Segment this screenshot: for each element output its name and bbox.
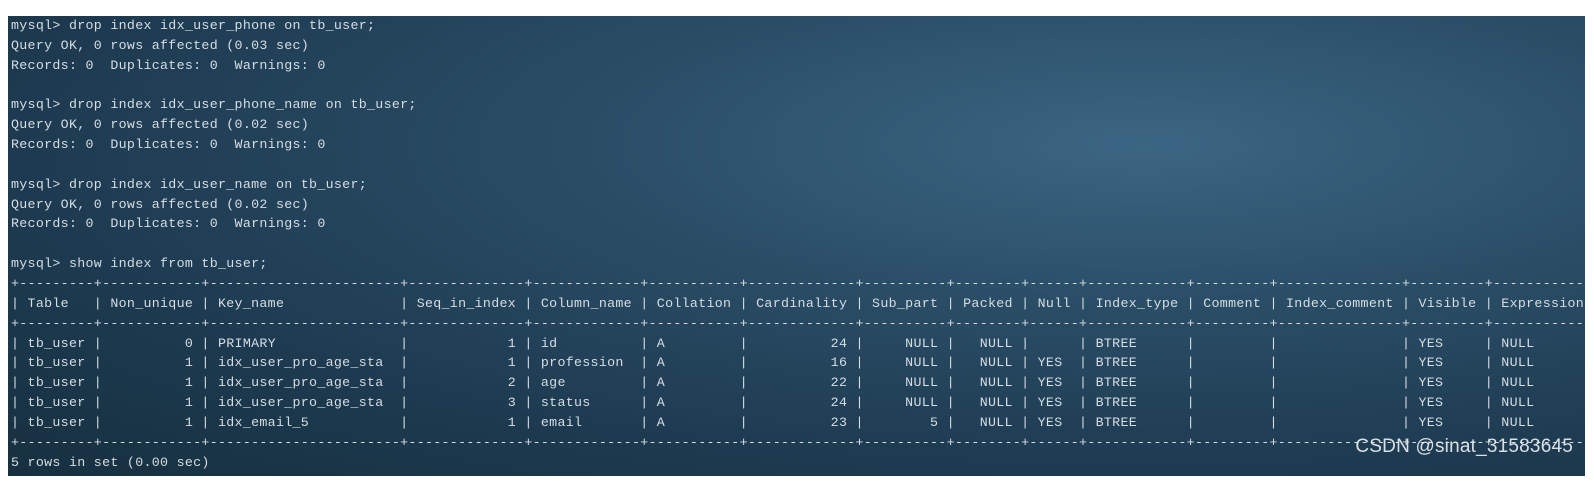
table-header-row: | Table | Non_unique | Key_name | Seq_in… xyxy=(11,295,1585,311)
terminal-line: Records: 0 Duplicates: 0 Warnings: 0 xyxy=(11,57,326,73)
table-row: | tb_user | 0 | PRIMARY | 1 | id | A | 2… xyxy=(11,335,1585,351)
terminal-line: mysql> drop index idx_user_name on tb_us… xyxy=(11,176,368,192)
table-row: | tb_user | 1 | idx_user_pro_age_sta | 2… xyxy=(11,375,1585,391)
terminal-line: Records: 0 Duplicates: 0 Warnings: 0 xyxy=(11,216,326,232)
terminal-line: Query OK, 0 rows affected (0.03 sec) xyxy=(11,37,310,53)
watermark: CSDN @sinat_31583645 xyxy=(1355,436,1573,457)
table-border-line: +---------+------------+----------------… xyxy=(11,434,1585,450)
terminal-line: Records: 0 Duplicates: 0 Warnings: 0 xyxy=(11,137,326,153)
table-row: | tb_user | 1 | idx_email_5 | 1 | email … xyxy=(11,414,1585,430)
terminal-line: Query OK, 0 rows affected (0.02 sec) xyxy=(11,196,310,212)
table-border-line: +---------+------------+----------------… xyxy=(11,315,1585,331)
terminal-line: mysql> drop index idx_user_phone on tb_u… xyxy=(11,18,376,33)
table-row: | tb_user | 1 | idx_user_pro_age_sta | 3… xyxy=(11,395,1585,411)
table-border-line: +---------+------------+----------------… xyxy=(11,275,1585,291)
terminal-line: mysql> show index from tb_user; xyxy=(11,256,268,272)
terminal-line: Query OK, 0 rows affected (0.02 sec) xyxy=(11,117,310,133)
terminal-line: mysql> drop index idx_user_phone_name on… xyxy=(11,97,417,113)
terminal-output: mysql> drop index idx_user_phone on tb_u… xyxy=(11,16,1585,472)
result-summary: 5 rows in set (0.00 sec) xyxy=(11,454,210,470)
terminal-window: mysql> drop index idx_user_phone on tb_u… xyxy=(8,16,1585,476)
table-row: | tb_user | 1 | idx_user_pro_age_sta | 1… xyxy=(11,355,1585,371)
